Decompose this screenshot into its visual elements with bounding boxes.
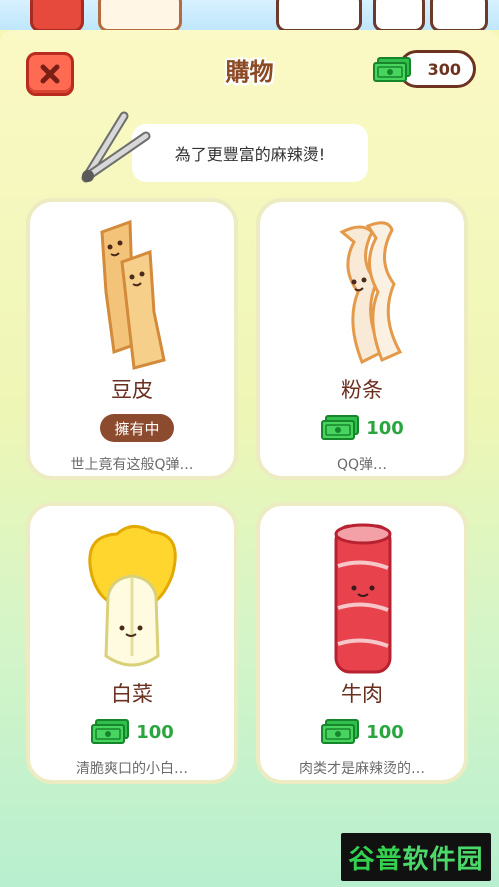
- price-row: 100: [30, 717, 234, 747]
- background-button: [276, 0, 362, 30]
- item-card-vermicelli[interactable]: 粉条 100 QQ弹…: [256, 198, 468, 480]
- item-description: 世上竟有这般Q弹…: [70, 457, 194, 473]
- item-card-cabbage[interactable]: 白菜 100 清脆爽口的小白…: [26, 502, 238, 784]
- price-row: 100: [260, 717, 464, 747]
- tofu-skin-icon: [100, 219, 166, 370]
- item-description: QQ弹…: [336, 457, 388, 473]
- tip-bubble: 為了更豐富的麻辣燙!: [132, 124, 368, 182]
- price-value: 100: [136, 721, 174, 743]
- price-row: 100: [260, 413, 464, 443]
- item-description: 清脆爽口的小白…: [76, 761, 188, 777]
- price-value: 100: [366, 721, 404, 743]
- money-icon: [321, 719, 360, 744]
- watermark-part2: 软件园: [402, 844, 484, 875]
- tongs-icon: [81, 111, 151, 183]
- item-card-tofu-skin[interactable]: 豆皮 擁有中 世上竟有这般Q弹…: [26, 198, 238, 480]
- item-name: 牛肉: [341, 682, 383, 706]
- background-shop-awning: [30, 0, 84, 30]
- currency-display: 300: [372, 50, 476, 90]
- cabbage-icon: [88, 525, 177, 667]
- background-top-strip: [0, 0, 499, 30]
- item-name: 白菜: [111, 682, 153, 706]
- price-value: 100: [366, 417, 404, 439]
- beef-roll-icon: [334, 523, 392, 674]
- money-icon: [321, 415, 360, 440]
- watermark-part1: 谷普: [348, 844, 403, 875]
- background-button: [430, 0, 488, 30]
- item-description: 肉类才是麻辣烫的…: [299, 761, 425, 777]
- money-icon: [91, 719, 130, 744]
- item-name: 粉条: [341, 378, 383, 402]
- vermicelli-icon: [339, 221, 403, 365]
- money-icon: [373, 57, 411, 82]
- background-button: [373, 0, 425, 30]
- tip-row: 為了更豐富的麻辣燙!: [80, 110, 380, 190]
- background-sign: [98, 0, 182, 30]
- watermark-logo: 谷普 软件园: [341, 833, 491, 881]
- item-card-beef[interactable]: 牛肉 100 肉类才是麻辣烫的…: [256, 502, 468, 784]
- owned-badge: 擁有中: [100, 414, 174, 442]
- item-name: 豆皮: [111, 378, 153, 402]
